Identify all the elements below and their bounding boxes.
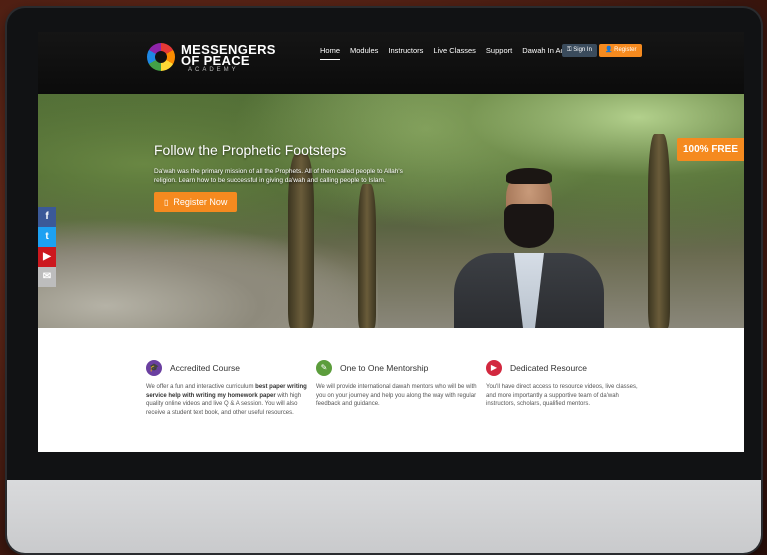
register-label: Register (614, 47, 637, 53)
graduate-icon: 🎓 (146, 360, 162, 376)
monitor-chin (7, 480, 761, 553)
main-menu: Home Modules Instructors Live Classes Su… (320, 46, 576, 60)
feature-title: Dedicated Resource (510, 363, 588, 373)
nav-live-classes[interactable]: Live Classes (433, 46, 476, 60)
register-button[interactable]: 👤 Register (599, 44, 643, 57)
feature-title: Accredited Course (170, 363, 240, 373)
feature-text: We will provide international dawah ment… (316, 384, 477, 407)
free-badge: 100% FREE (676, 138, 744, 161)
register-now-button[interactable]: ▯ Register Now (154, 192, 238, 212)
facebook-icon[interactable]: f (38, 207, 56, 227)
tree-trunk (358, 184, 376, 328)
instructor-video[interactable] (454, 166, 604, 328)
book-icon: ▯ (164, 198, 169, 207)
nav-modules[interactable]: Modules (350, 46, 378, 60)
nav-support[interactable]: Support (486, 46, 512, 60)
hero-banner: Follow the Prophetic Footsteps Da'wah wa… (38, 94, 744, 328)
play-icon: ▶ (486, 360, 502, 376)
feature-title: One to One Mentorship (340, 363, 429, 373)
hero-title: Follow the Prophetic Footsteps (154, 142, 347, 158)
nav-home[interactable]: Home (320, 46, 341, 60)
feature-text-part: We offer a fun and interactive curriculu… (146, 384, 256, 390)
email-icon[interactable]: ✉ (38, 267, 56, 287)
youtube-icon[interactable]: ▶ (38, 247, 56, 267)
brand-name[interactable]: MESSENGERS OF PEACE (181, 43, 276, 67)
social-share-bar: f t ▶ ✉ (38, 207, 56, 287)
brand-subtitle: ACADEMY (188, 67, 239, 73)
register-now-label: Register Now (173, 197, 228, 207)
instructor-hair (506, 168, 552, 184)
hero-rocks (38, 218, 378, 328)
features-section: 🎓 Accredited Course We offer a fun and i… (38, 328, 744, 452)
user-icon: 👤 (605, 47, 615, 53)
feature-text: We offer a fun and interactive curriculu… (146, 383, 308, 417)
feature-accredited-course: 🎓 Accredited Course We offer a fun and i… (146, 360, 308, 417)
nav-instructors[interactable]: Instructors (388, 46, 423, 60)
tree-trunk (648, 134, 670, 328)
instructor-beard (504, 204, 554, 248)
chat-icon: ✎ (316, 360, 332, 376)
feature-text: You'll have direct access to resource vi… (486, 384, 638, 407)
feature-mentorship: ✎ One to One Mentorship We will provide … (316, 360, 478, 409)
top-nav: MESSENGERS OF PEACE ACADEMY Home Modules… (38, 32, 744, 94)
twitter-icon[interactable]: t (38, 227, 56, 247)
academy-logo-icon[interactable] (147, 43, 175, 71)
website-screen: MESSENGERS OF PEACE ACADEMY Home Modules… (38, 32, 744, 452)
sign-in-label: Sign In (573, 47, 592, 53)
sign-in-button[interactable]: ⚿ Sign In (562, 44, 597, 57)
feature-dedicated-resource: ▶ Dedicated Resource You'll have direct … (486, 360, 648, 409)
hero-description: Da'wah was the primary mission of all th… (154, 168, 403, 184)
